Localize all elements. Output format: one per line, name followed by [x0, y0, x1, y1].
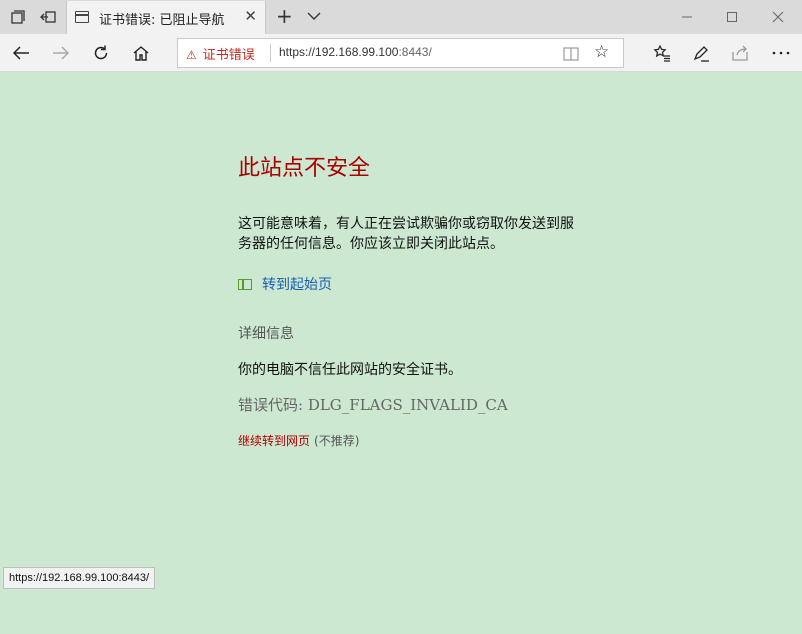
cert-error-label: 证书错误 [202, 48, 255, 63]
minimize-icon[interactable] [676, 6, 698, 28]
set-aside-tabs-icon[interactable] [38, 7, 58, 27]
refresh-icon[interactable] [90, 42, 112, 64]
home-icon[interactable] [130, 42, 152, 64]
pen-icon[interactable] [690, 42, 712, 64]
url-port: :8443/ [398, 45, 432, 59]
certificate-error-indicator[interactable]: ⚠ 证书错误 [186, 44, 255, 63]
tab-title: 证书错误: 已阻止导航 [99, 13, 225, 28]
continue-to-webpage-link[interactable]: 继续转到网页 [238, 434, 310, 448]
not-recommended-label: (不推荐) [314, 434, 360, 448]
url-text[interactable]: https://192.168.99.100:8443/ [279, 45, 432, 59]
page-icon [75, 11, 89, 23]
reading-view-icon[interactable] [563, 46, 579, 61]
status-url-tooltip: https://192.168.99.100:8443/ [3, 567, 156, 589]
favorites-icon[interactable] [651, 42, 673, 64]
star-icon[interactable]: ☆ [594, 42, 609, 62]
more-icon[interactable] [770, 42, 792, 64]
warning-icon: ⚠ [186, 48, 197, 62]
url-host: https://192.168.99.100 [279, 45, 399, 59]
close-icon[interactable]: ✕ [244, 8, 257, 24]
title-bar: 证书错误: 已阻止导航 ✕ + [0, 0, 802, 34]
new-tab-icon[interactable]: + [276, 6, 293, 26]
go-to-start-page-link[interactable]: 转到起始页 [238, 274, 332, 294]
close-window-icon[interactable] [767, 6, 789, 28]
address-separator [270, 44, 271, 62]
maximize-icon[interactable] [721, 6, 743, 28]
back-icon[interactable] [10, 42, 32, 64]
warning-description: 这可能意味着，有人正在尝试欺骗你或窃取你发送到服务器的任何信息。你应该立即关闭此… [238, 216, 574, 252]
go-to-start-page-label: 转到起始页 [262, 277, 332, 293]
tab-active[interactable]: 证书错误: 已阻止导航 ✕ [66, 1, 266, 34]
continue-row: 继续转到网页 (不推荐) [238, 432, 359, 449]
certificate-message: 你的电脑不信任此网站的安全证书。 [238, 362, 462, 378]
navigation-bar: ⚠ 证书错误 https://192.168.99.100:8443/ ☆ [0, 34, 802, 72]
details-toggle[interactable]: 详细信息 [238, 323, 294, 343]
chevron-down-icon[interactable] [306, 6, 326, 26]
address-bar[interactable]: ⚠ 证书错误 https://192.168.99.100:8443/ ☆ [177, 38, 624, 68]
forward-icon [50, 42, 72, 64]
page-title: 此站点不安全 [238, 156, 371, 181]
error-code: 错误代码: DLG_FLAGS_INVALID_CA [238, 396, 508, 414]
tab-manager-icon[interactable] [8, 7, 28, 27]
start-page-icon [238, 279, 252, 290]
share-icon[interactable] [729, 42, 751, 64]
